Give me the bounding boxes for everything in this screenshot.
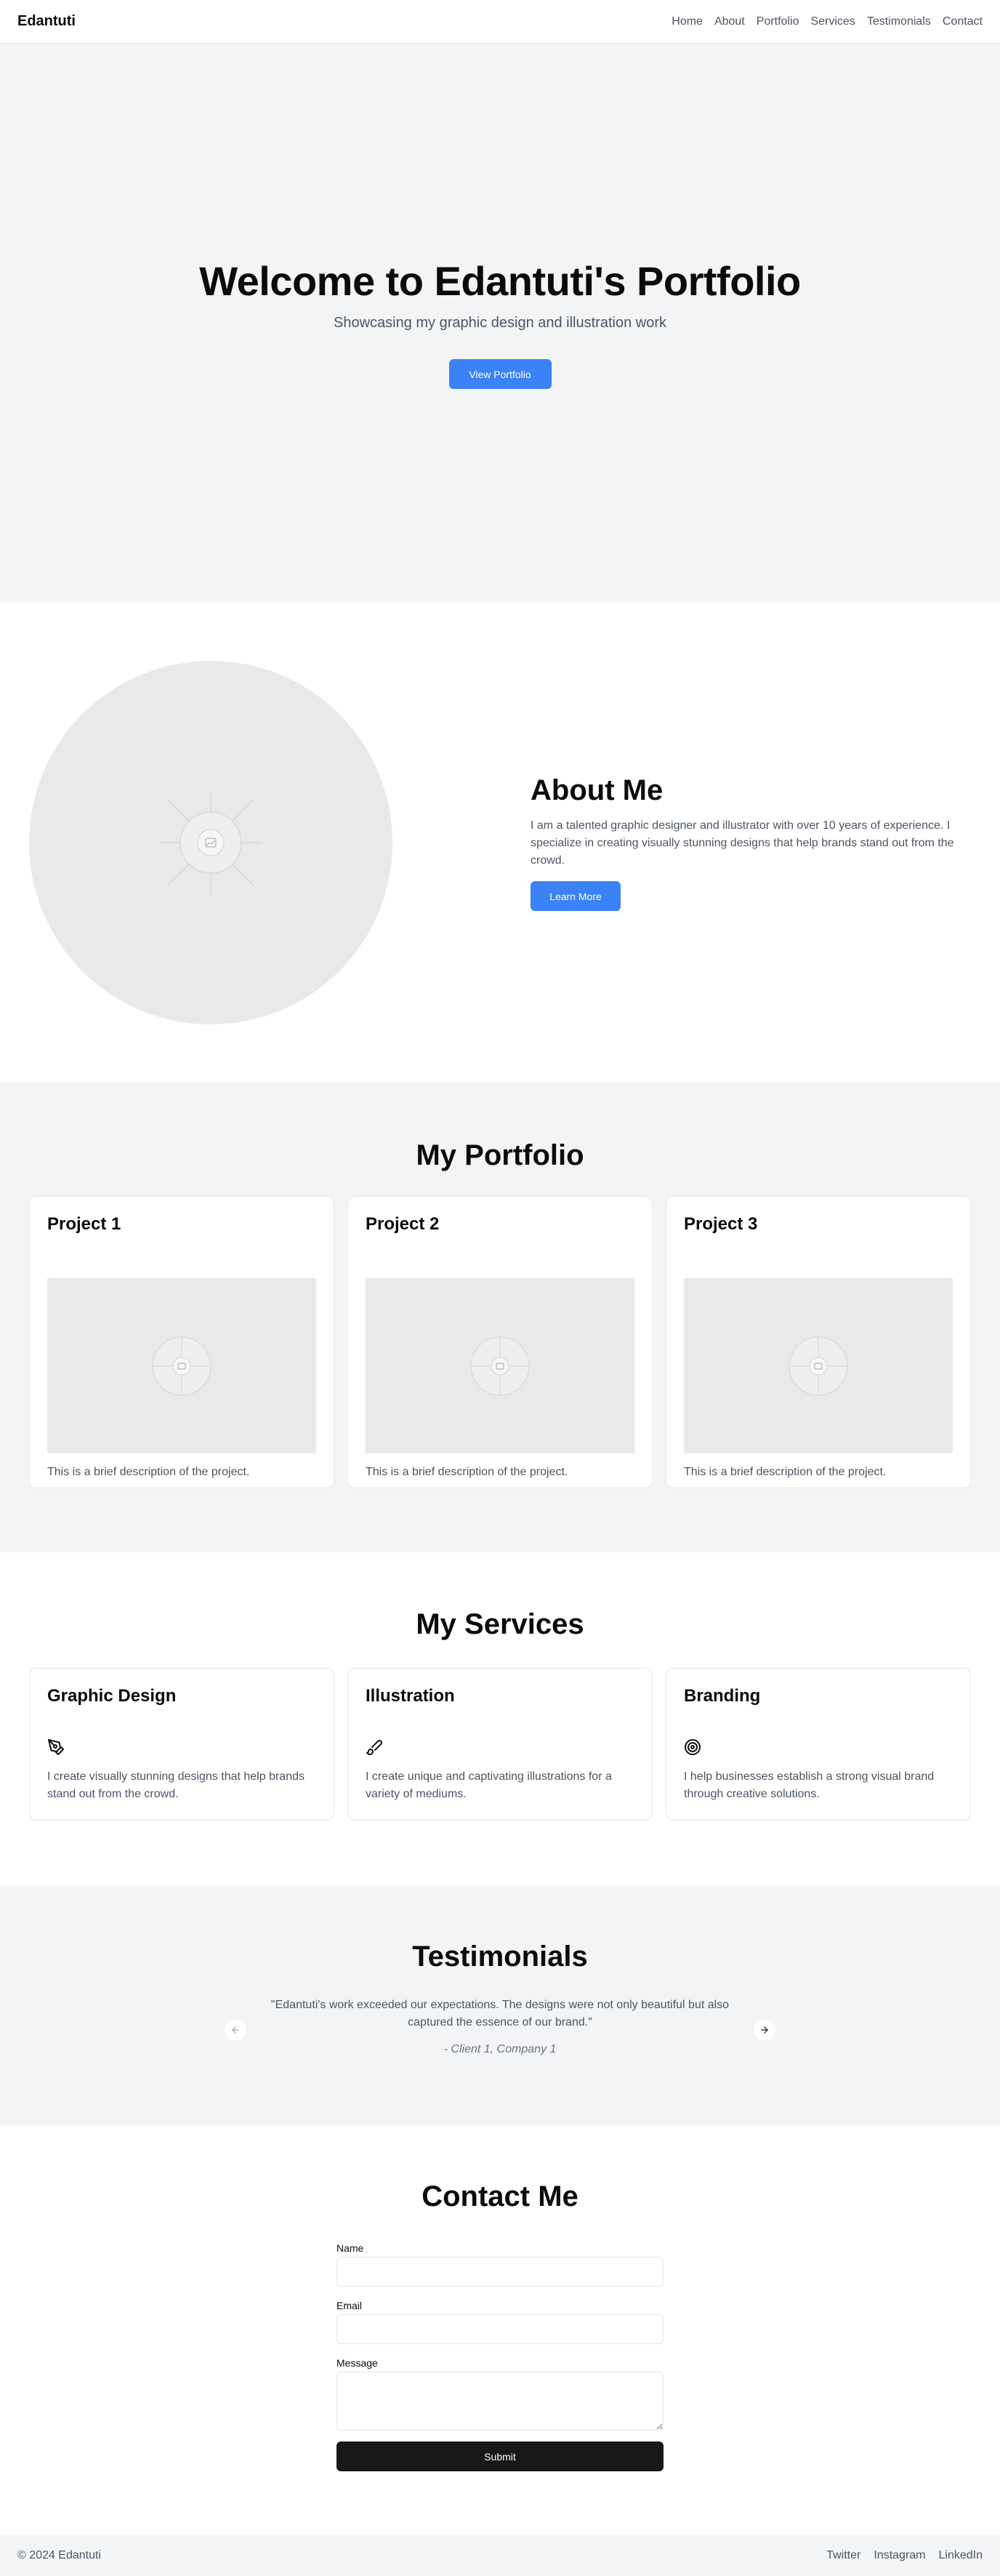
email-field[interactable] xyxy=(336,2314,664,2344)
project-title: Project 3 xyxy=(684,1214,758,1234)
testimonial-carousel: "Edantuti's work exceeded our expectatio… xyxy=(224,1997,776,2055)
hero-title: Welcome to Edantuti's Portfolio xyxy=(199,258,801,304)
nav-link-contact[interactable]: Contact xyxy=(943,15,983,28)
view-portfolio-button[interactable]: View Portfolio xyxy=(448,359,552,389)
nav-link-services[interactable]: Services xyxy=(810,15,855,28)
project-title: Project 2 xyxy=(366,1214,440,1234)
image-placeholder-icon xyxy=(470,1336,530,1395)
carousel-next-button[interactable] xyxy=(753,2018,776,2042)
service-title: Illustration xyxy=(366,1686,455,1706)
message-field[interactable] xyxy=(336,2372,664,2431)
services-title: My Services xyxy=(416,1608,584,1640)
email-label: Email xyxy=(336,2300,363,2311)
service-description: I help businesses establish a strong vis… xyxy=(684,1770,935,1800)
submit-button[interactable]: Submit xyxy=(336,2441,664,2471)
about-content: About Me I am a talented graphic designe… xyxy=(531,774,971,911)
hero-section: Welcome to Edantuti's Portfolio Showcasi… xyxy=(0,44,1000,603)
about-text: I am a talented graphic designer and ill… xyxy=(531,819,954,867)
footer-link-instagram[interactable]: Instagram xyxy=(874,2549,925,2562)
image-placeholder-icon xyxy=(160,792,262,894)
arrow-right-icon xyxy=(761,2026,768,2034)
service-description: I create unique and captivating illustra… xyxy=(366,1770,612,1800)
project-description: This is a brief description of the proje… xyxy=(366,1466,568,1478)
testimonial-author: - Client 1, Company 1 xyxy=(443,2043,557,2055)
testimonials-section: Testimonials "Edantuti's work exceeded o… xyxy=(0,1885,1000,2125)
footer-link-linkedin[interactable]: LinkedIn xyxy=(939,2549,983,2562)
about-title: About Me xyxy=(531,774,664,806)
portfolio-section: My Portfolio Project 1 This is a brief d… xyxy=(0,1083,1000,1552)
target-icon xyxy=(685,1739,701,1755)
testimonials-title: Testimonials xyxy=(412,1941,588,1973)
carousel-prev-button[interactable] xyxy=(224,2018,247,2042)
nav-link-about[interactable]: About xyxy=(714,15,745,28)
project-description: This is a brief description of the proje… xyxy=(684,1466,887,1478)
project-title: Project 1 xyxy=(47,1214,121,1234)
hero-subtitle: Showcasing my graphic design and illustr… xyxy=(333,315,666,331)
navbar: Edantuti Home About Portfolio Services T… xyxy=(0,0,1000,44)
brand-logo[interactable]: Edantuti xyxy=(17,13,76,30)
service-title: Branding xyxy=(684,1686,761,1706)
name-label: Name xyxy=(336,2242,364,2254)
project-image-placeholder xyxy=(47,1278,316,1453)
services-section: My Services Graphic Design I create visu… xyxy=(0,1552,1000,1885)
service-cards: Graphic Design I create visually stunnin… xyxy=(29,1668,971,1821)
pen-tool-icon xyxy=(48,1739,64,1755)
service-description: I create visually stunning designs that … xyxy=(47,1770,305,1800)
portfolio-cards: Project 1 This is a brief description of… xyxy=(29,1196,971,1488)
about-section: About Me I am a talented graphic designe… xyxy=(0,603,1000,1083)
project-card[interactable]: Project 3 This is a brief description of… xyxy=(666,1196,971,1488)
project-card[interactable]: Project 1 This is a brief description of… xyxy=(29,1196,334,1488)
service-card-branding: Branding I help businesses establish a s… xyxy=(666,1668,971,1821)
contact-title: Contact Me xyxy=(422,2180,578,2212)
footer-link-twitter[interactable]: Twitter xyxy=(826,2549,860,2562)
message-label: Message xyxy=(336,2357,378,2369)
arrow-left-icon xyxy=(232,2026,239,2034)
testimonial-quote: "Edantuti's work exceeded our expectatio… xyxy=(270,1999,730,2029)
project-description: This is a brief description of the proje… xyxy=(47,1466,250,1478)
image-placeholder-icon xyxy=(152,1336,211,1395)
service-title: Graphic Design xyxy=(47,1686,177,1706)
about-image-placeholder xyxy=(29,661,392,1024)
project-card[interactable]: Project 2 This is a brief description of… xyxy=(347,1196,653,1488)
name-field[interactable] xyxy=(336,2257,664,2287)
nav-links: Home About Portfolio Services Testimonia… xyxy=(672,15,983,28)
service-card-graphic-design: Graphic Design I create visually stunnin… xyxy=(29,1668,334,1821)
image-placeholder-icon xyxy=(789,1336,848,1395)
project-image-placeholder xyxy=(366,1278,634,1453)
contact-section: Contact Me Name Email Message Submit xyxy=(0,2125,1000,2535)
learn-more-button[interactable]: Learn More xyxy=(531,881,621,911)
brush-icon xyxy=(366,1739,383,1755)
copyright-text: © 2024 Edantuti xyxy=(17,2549,101,2561)
social-links: Twitter Instagram LinkedIn xyxy=(826,2549,983,2562)
project-image-placeholder xyxy=(684,1278,953,1453)
nav-link-home[interactable]: Home xyxy=(672,15,703,28)
nav-link-portfolio[interactable]: Portfolio xyxy=(757,15,799,28)
footer: © 2024 Edantuti Twitter Instagram Linked… xyxy=(0,2535,1000,2576)
contact-form: Name Email Message Submit xyxy=(336,2242,664,2471)
portfolio-title: My Portfolio xyxy=(416,1139,584,1171)
service-card-illustration: Illustration I create unique and captiva… xyxy=(347,1668,653,1821)
nav-link-testimonials[interactable]: Testimonials xyxy=(867,15,931,28)
